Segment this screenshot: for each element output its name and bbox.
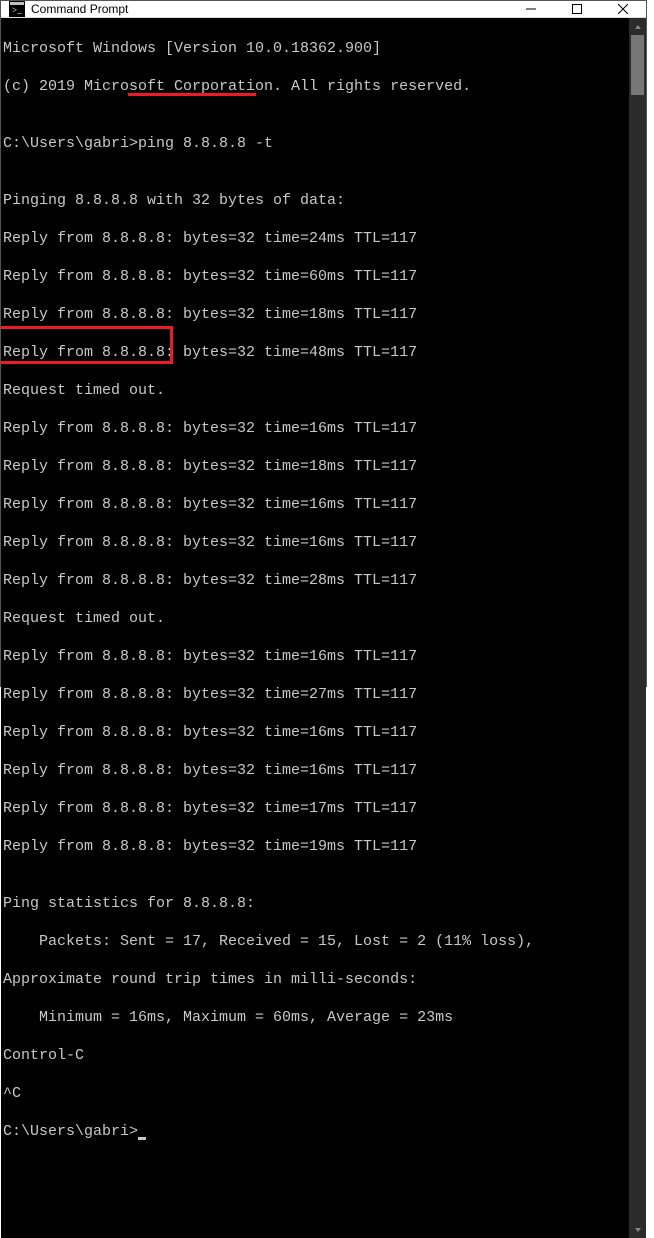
- output-line: Reply from 8.8.8.8: bytes=32 time=60ms T…: [3, 267, 629, 286]
- vertical-scrollbar[interactable]: [629, 18, 646, 1238]
- prompt-line: C:\Users\gabri>: [3, 1122, 629, 1141]
- output-line: Reply from 8.8.8.8: bytes=32 time=16ms T…: [3, 495, 629, 514]
- output-line: Reply from 8.8.8.8: bytes=32 time=16ms T…: [3, 647, 629, 666]
- scroll-track[interactable]: [629, 35, 646, 1221]
- output-line: Packets: Sent = 17, Received = 15, Lost …: [3, 932, 629, 951]
- output-line: Ping statistics for 8.8.8.8:: [3, 894, 629, 913]
- close-button[interactable]: [600, 1, 646, 17]
- output-line: Pinging 8.8.8.8 with 32 bytes of data:: [3, 191, 629, 210]
- svg-text:>_: >_: [12, 5, 22, 15]
- command-prompt-window: >_ Command Prompt Microsoft Windows [Ver…: [0, 0, 647, 687]
- annotation-underline: [128, 93, 256, 96]
- output-line: Reply from 8.8.8.8: bytes=32 time=18ms T…: [3, 457, 629, 476]
- output-line: Reply from 8.8.8.8: bytes=32 time=16ms T…: [3, 761, 629, 780]
- terminal[interactable]: Microsoft Windows [Version 10.0.18362.90…: [1, 18, 629, 1238]
- output-line: Reply from 8.8.8.8: bytes=32 time=16ms T…: [3, 533, 629, 552]
- output-line: Minimum = 16ms, Maximum = 60ms, Average …: [3, 1008, 629, 1027]
- output-line: ^C: [3, 1084, 629, 1103]
- terminal-area: Microsoft Windows [Version 10.0.18362.90…: [1, 18, 646, 1238]
- output-line: Reply from 8.8.8.8: bytes=32 time=18ms T…: [3, 305, 629, 324]
- titlebar[interactable]: >_ Command Prompt: [1, 1, 646, 18]
- output-line: Control-C: [3, 1046, 629, 1065]
- minimize-button[interactable]: [508, 1, 554, 17]
- annotation-box: [1, 326, 173, 364]
- window-controls: [508, 1, 646, 17]
- output-line: Reply from 8.8.8.8: bytes=32 time=24ms T…: [3, 229, 629, 248]
- prompt-text: C:\Users\gabri>: [3, 1123, 138, 1140]
- output-line: Reply from 8.8.8.8: bytes=32 time=27ms T…: [3, 685, 629, 704]
- output-line: Request timed out.: [3, 381, 629, 400]
- output-line: Reply from 8.8.8.8: bytes=32 time=19ms T…: [3, 837, 629, 856]
- scroll-down-arrow[interactable]: [629, 1221, 646, 1238]
- output-line: Request timed out.: [3, 609, 629, 628]
- cmd-icon: >_: [9, 1, 25, 17]
- output-line: Approximate round trip times in milli-se…: [3, 970, 629, 989]
- prompt-line: C:\Users\gabri>ping 8.8.8.8 -t: [3, 134, 629, 153]
- output-line: Reply from 8.8.8.8: bytes=32 time=28ms T…: [3, 571, 629, 590]
- cursor: [138, 1137, 146, 1140]
- output-line: Reply from 8.8.8.8: bytes=32 time=17ms T…: [3, 799, 629, 818]
- output-line: Microsoft Windows [Version 10.0.18362.90…: [3, 39, 629, 58]
- window-title: Command Prompt: [31, 2, 508, 16]
- maximize-button[interactable]: [554, 1, 600, 17]
- output-line: Reply from 8.8.8.8: bytes=32 time=16ms T…: [3, 419, 629, 438]
- output-line: Reply from 8.8.8.8: bytes=32 time=16ms T…: [3, 723, 629, 742]
- scroll-thumb[interactable]: [631, 35, 644, 95]
- output-line: (c) 2019 Microsoft Corporation. All righ…: [3, 77, 629, 96]
- scroll-up-arrow[interactable]: [629, 18, 646, 35]
